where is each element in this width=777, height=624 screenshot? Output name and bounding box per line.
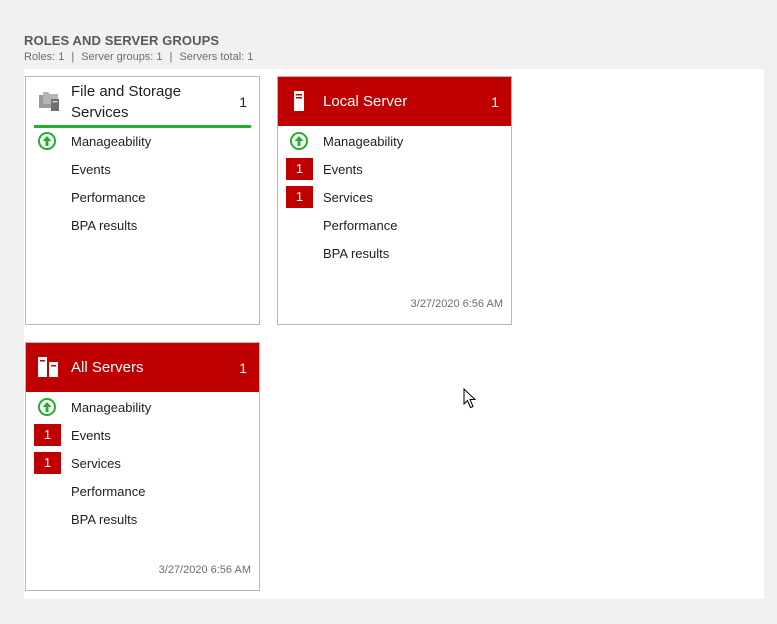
row-label: Events bbox=[323, 161, 363, 177]
row-label: Manageability bbox=[71, 399, 152, 415]
stats-separator: | bbox=[169, 51, 173, 63]
up-arrow-ok-icon bbox=[38, 132, 56, 150]
row-performance[interactable]: Performance bbox=[26, 183, 259, 211]
tile-title: File and Storage Services bbox=[71, 83, 182, 121]
row-performance[interactable]: Performance bbox=[26, 477, 259, 505]
row-manageability[interactable]: Manageability bbox=[26, 393, 259, 421]
row-label: BPA results bbox=[323, 245, 390, 261]
up-arrow-ok-icon bbox=[290, 132, 308, 150]
tile-title: All Servers bbox=[71, 359, 144, 376]
row-events[interactable]: Events bbox=[26, 155, 259, 183]
server-groups-count: Server groups: 1 bbox=[81, 51, 163, 63]
tile-rows: Manageability 1 Events 1 Services Perfor… bbox=[278, 127, 511, 267]
row-label: Events bbox=[71, 161, 111, 177]
tile-header[interactable]: Local Server 1 bbox=[278, 77, 511, 126]
row-label: Performance bbox=[323, 217, 398, 233]
tile-header[interactable]: All Servers 1 bbox=[26, 343, 259, 392]
alert-count-badge: 1 bbox=[34, 452, 61, 474]
row-bpa-results[interactable]: BPA results bbox=[26, 505, 259, 533]
row-label: Manageability bbox=[71, 133, 152, 149]
row-label: Manageability bbox=[323, 133, 404, 149]
tile-header[interactable]: File and Storage Services 1 bbox=[26, 77, 259, 128]
tile-rows: Manageability 1 Events 1 Services Perfor… bbox=[26, 393, 259, 533]
row-events[interactable]: 1 Events bbox=[278, 155, 511, 183]
folder-group-icon bbox=[38, 90, 60, 117]
tile-all-servers[interactable]: All Servers 1 Manageability 1 Events 1 S… bbox=[25, 342, 260, 591]
mouse-pointer-icon bbox=[463, 388, 477, 409]
row-manageability[interactable]: Manageability bbox=[278, 127, 511, 155]
row-bpa-results[interactable]: BPA results bbox=[26, 211, 259, 239]
row-manageability[interactable]: Manageability bbox=[26, 127, 259, 155]
tile-file-storage-services[interactable]: File and Storage Services 1 Manageabilit… bbox=[25, 76, 260, 325]
alert-count-badge: 1 bbox=[286, 158, 313, 180]
tile-count: 1 bbox=[239, 94, 247, 110]
server-icon bbox=[292, 91, 306, 116]
row-label: Services bbox=[71, 455, 121, 471]
row-label: Performance bbox=[71, 189, 146, 205]
section-stats: Roles: 1 | Server groups: 1 | Servers total:… bbox=[24, 51, 253, 63]
row-services[interactable]: 1 Services bbox=[26, 449, 259, 477]
tile-local-server[interactable]: Local Server 1 Manageability 1 Events 1 … bbox=[277, 76, 512, 325]
roles-count: Roles: 1 bbox=[24, 51, 65, 63]
row-bpa-results[interactable]: BPA results bbox=[278, 239, 511, 267]
row-label: BPA results bbox=[71, 511, 138, 527]
tile-title: Local Server bbox=[323, 93, 408, 110]
section-title: ROLES AND SERVER GROUPS bbox=[24, 33, 220, 48]
alert-count-badge: 1 bbox=[286, 186, 313, 208]
up-arrow-ok-icon bbox=[38, 398, 56, 416]
row-services[interactable]: 1 Services bbox=[278, 183, 511, 211]
row-performance[interactable]: Performance bbox=[278, 211, 511, 239]
servers-total-count: Servers total: 1 bbox=[179, 51, 254, 63]
row-label: BPA results bbox=[71, 217, 138, 233]
tile-count: 1 bbox=[491, 94, 499, 110]
row-events[interactable]: 1 Events bbox=[26, 421, 259, 449]
stats-separator: | bbox=[71, 51, 75, 63]
last-updated-timestamp: 3/27/2020 6:56 AM bbox=[410, 298, 503, 310]
tile-rows: Manageability Events Performance BPA res… bbox=[26, 127, 259, 239]
tile-count: 1 bbox=[239, 360, 247, 376]
row-label: Services bbox=[323, 189, 373, 205]
servers-group-icon bbox=[38, 357, 60, 382]
alert-count-badge: 1 bbox=[34, 424, 61, 446]
row-label: Performance bbox=[71, 483, 146, 499]
row-label: Events bbox=[71, 427, 111, 443]
last-updated-timestamp: 3/27/2020 6:56 AM bbox=[158, 564, 251, 576]
